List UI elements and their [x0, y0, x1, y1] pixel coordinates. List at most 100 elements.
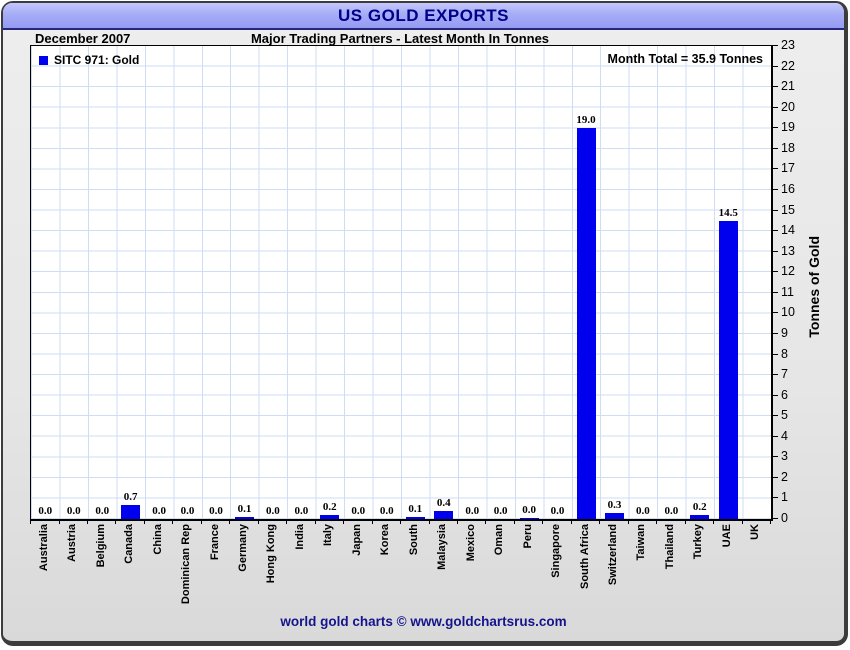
bar-value-label: 0.0: [379, 505, 394, 517]
bar-value-label: 0.0: [465, 505, 480, 517]
y-tick-mark: [772, 456, 778, 458]
legend: SITC 971: Gold: [39, 53, 139, 67]
x-tick-mark: [428, 520, 430, 524]
y-tick-mark: [772, 250, 778, 252]
y-tick-label: 7: [781, 367, 788, 381]
x-tick-mark: [770, 520, 771, 524]
x-tick-mark: [400, 520, 401, 524]
x-tick-mark: [542, 520, 544, 524]
y-tick-mark: [772, 312, 778, 314]
y-tick-mark: [772, 209, 778, 211]
bar-value-label: 0.0: [550, 505, 565, 517]
x-tick-mark: [485, 520, 487, 524]
x-tick-mark: [684, 520, 686, 524]
x-tick-mark: [627, 520, 629, 524]
bar-value-label: 0.4: [436, 497, 451, 509]
x-tick-mark: [741, 520, 743, 524]
y-tick-label: 5: [781, 408, 788, 423]
y-tick-label: 8: [781, 346, 788, 361]
bar-value-label: 0.0: [493, 505, 508, 517]
y-tick-mark: [772, 106, 778, 108]
y-tick-mark: [772, 127, 778, 129]
x-tick-label: Oman: [493, 524, 506, 556]
y-tick-mark: [772, 168, 778, 170]
y-tick-label: 13: [781, 243, 795, 258]
x-tick-label: Malaysia: [436, 524, 449, 570]
bar: [434, 511, 454, 519]
x-tick-label: Australia: [37, 524, 50, 572]
legend-swatch-icon: [39, 55, 48, 65]
bar: [576, 128, 596, 519]
x-tick-mark: [286, 520, 288, 524]
bar-value-label: 0.0: [38, 505, 53, 517]
bar: [405, 517, 425, 519]
y-tick-label: 22: [781, 58, 795, 73]
month-total-label: Month Total = 35.9 Tonnes: [607, 52, 763, 66]
bar-value-label: 0.2: [322, 501, 337, 513]
chart-titlebar: US GOLD EXPORTS: [3, 3, 844, 30]
x-tick-mark: [257, 520, 259, 524]
y-tick-mark: [772, 497, 778, 499]
y-tick-label: 0: [781, 511, 788, 525]
bar-value-label: 0.0: [95, 505, 110, 517]
x-tick-label: France: [208, 524, 221, 561]
x-tick-label: Mexico: [464, 524, 477, 562]
x-tick-label: China: [151, 524, 164, 555]
x-tick-mark: [200, 520, 202, 524]
subtitle-row: December 2007 Major Trading Partners - L…: [30, 31, 770, 46]
y-tick-mark: [772, 353, 778, 355]
x-tick-mark: [229, 520, 231, 524]
y-tick-mark: [772, 147, 778, 149]
x-tick-label: Thailand: [663, 524, 676, 570]
bar-value-label: 0.0: [266, 505, 280, 517]
chart-title: US GOLD EXPORTS: [338, 6, 509, 25]
y-tick-label: 18: [781, 140, 795, 155]
y-tick-mark: [772, 476, 778, 478]
x-tick-label: Belgium: [94, 524, 107, 568]
x-tick-label: Turkey: [692, 524, 705, 560]
bar: [605, 513, 624, 519]
bar-value-label: 0.1: [408, 503, 423, 515]
x-tick-mark: [599, 520, 601, 524]
y-tick-mark: [772, 394, 778, 396]
bar: [320, 515, 340, 519]
y-tick-label: 9: [781, 325, 788, 340]
x-tick-label: South: [407, 524, 420, 556]
plot-area: SITC 971: Gold Month Total = 35.9 Tonnes…: [30, 45, 773, 521]
y-tick-label: 10: [781, 305, 795, 320]
y-tick-mark: [772, 518, 778, 519]
bar-value-label: 0.0: [294, 505, 309, 517]
x-tick-mark: [86, 520, 88, 524]
x-tick-label: Taiwan: [635, 524, 648, 561]
y-tick-label: 3: [781, 449, 788, 464]
bar: [690, 515, 710, 519]
legend-label: SITC 971: Gold: [54, 53, 140, 67]
bar-value-label: 0.0: [152, 505, 166, 517]
bar-value-label: 0.0: [180, 505, 195, 517]
x-tick-label: Dominican Rep: [180, 524, 192, 605]
x-tick-label: UK: [749, 524, 762, 540]
bar-value-label: 14.5: [718, 207, 738, 219]
bar-value-label: 0.7: [123, 491, 138, 503]
y-tick-label: 4: [781, 428, 788, 443]
x-tick-mark: [656, 520, 658, 524]
y-tick-mark: [772, 271, 778, 273]
x-tick-mark: [172, 520, 174, 524]
y-tick-label: 16: [781, 182, 795, 196]
bar-value-label: 0.3: [607, 499, 622, 511]
bar: [235, 517, 254, 519]
x-tick-mark: [30, 520, 31, 524]
footer-credit: world gold charts © www.goldchartsrus.co…: [280, 614, 567, 629]
y-tick-mark: [772, 415, 778, 417]
y-axis-title: Tonnes of Gold: [806, 236, 822, 338]
x-tick-label: UAE: [720, 524, 733, 548]
y-tick-label: 20: [781, 99, 795, 114]
x-tick-mark: [371, 520, 373, 524]
x-tick-label: Austria: [66, 524, 79, 562]
bar-value-label: 0.0: [664, 505, 679, 517]
bar-value-label: 0.0: [636, 505, 650, 517]
x-tick-label: Hong Kong: [265, 524, 278, 584]
x-tick-label: South Africa: [578, 524, 591, 589]
y-tick-label: 17: [781, 161, 795, 176]
y-tick-mark: [772, 435, 778, 437]
